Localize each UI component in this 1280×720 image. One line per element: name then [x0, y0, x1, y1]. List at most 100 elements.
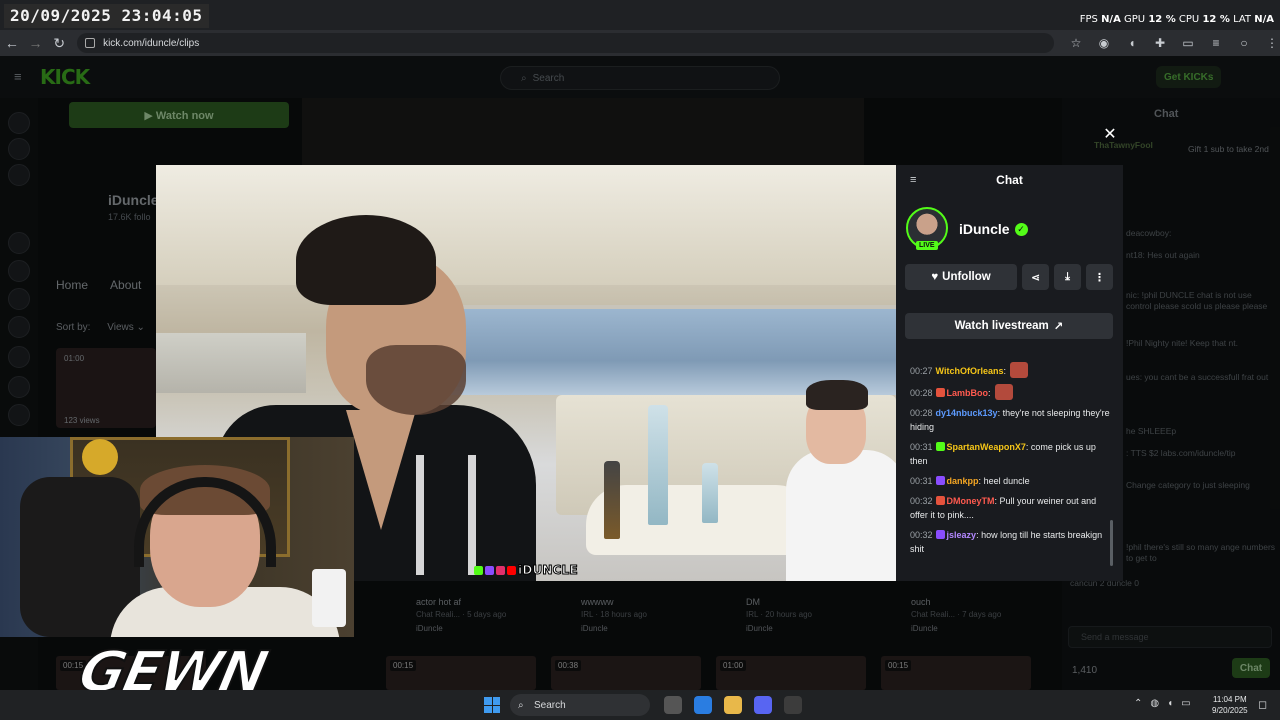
fps-value: N/A [1101, 14, 1121, 25]
user-badge-icon [935, 442, 945, 451]
site-info-icon[interactable] [85, 38, 96, 48]
youtube-icon [507, 565, 516, 575]
search-icon: ⌕ [518, 699, 524, 711]
chat-username[interactable]: dankpp [947, 476, 979, 486]
app-icon[interactable] [784, 696, 802, 714]
url-text: kick.com/iduncle/clips [103, 37, 200, 49]
chat-message: 00:32 DMoneyTM: Pull your weiner out and … [910, 494, 1110, 522]
notification-icon[interactable]: ◻ [1258, 698, 1267, 711]
fps-label: FPS [1079, 14, 1098, 25]
volume-icon[interactable]: ◖ [1167, 698, 1173, 709]
perf-stats: FPS N/A GPU 12 % CPU 12 % LAT N/A [1080, 14, 1274, 25]
chat-username[interactable]: dy14nbuck13y [936, 408, 998, 418]
live-badge: LIVE [916, 241, 938, 250]
back-icon[interactable]: ← [0, 31, 24, 55]
chat-username[interactable]: SpartanWeaponX7 [947, 442, 1026, 452]
chat-title: Chat [996, 173, 1023, 187]
chat-message: 00:27 WitchOfOrleans: [910, 362, 1110, 378]
taskbar-search[interactable]: ⌕ Search [510, 694, 650, 716]
channel-actions: ♥ Unfollow ⋖ ⤓ ⋮ [905, 264, 1113, 290]
message-timestamp: 00:28 [910, 388, 933, 398]
windows-taskbar: ⌕ Search ⌃ ◍ ◖ ▭ 11:04 PM 9/20/2025 ◻ [0, 690, 1280, 720]
chat-scrollbar[interactable] [1110, 520, 1113, 566]
video-scene [776, 380, 896, 581]
video-scene [604, 461, 620, 539]
reload-icon[interactable]: ↻ [47, 31, 71, 55]
taskbar-time: 11:04 PM [1212, 695, 1247, 704]
chat-username[interactable]: LambBoo [947, 388, 989, 398]
user-badge-icon [935, 388, 945, 397]
watch-livestream-button[interactable]: Watch livestream ↗ [905, 313, 1113, 339]
chat-username[interactable]: DMoneyTM [947, 496, 995, 506]
chevron-up-icon[interactable]: ⌃ [1134, 698, 1142, 709]
close-icon[interactable]: ✕ [1102, 126, 1118, 143]
puzzle-icon[interactable]: ✚ [1152, 35, 1168, 51]
audio-icon[interactable]: ◖ [1124, 35, 1140, 51]
collapse-chat-icon[interactable]: ≡ [910, 174, 916, 186]
chat-message: 00:31 dankpp: heel duncle [910, 474, 1110, 488]
chat-username[interactable]: jsleazy [947, 530, 977, 540]
share-button[interactable]: ⋖ [1022, 264, 1049, 290]
screen: ← → ↻ kick.com/iduncle/clips ☆ ◉ ◖ ✚ ▭ ≡… [0, 0, 1280, 720]
unfollow-label: Unfollow [942, 271, 991, 283]
unfollow-button[interactable]: ♥ Unfollow [905, 264, 1017, 290]
taskbar-apps [664, 696, 802, 714]
message-timestamp: 00:31 [910, 442, 933, 452]
gpu-value: 12 % [1148, 14, 1176, 25]
overlay-clock: 20/09/2025 23:04:05 [4, 4, 209, 28]
browser-toolbar: ← → ↻ kick.com/iduncle/clips ☆ ◉ ◖ ✚ ▭ ≡… [0, 30, 1280, 56]
chrome-icon[interactable] [694, 696, 712, 714]
video-watermark: iDUNCLE [474, 563, 578, 578]
more-options-button[interactable]: ⋮ [1086, 264, 1113, 290]
system-tray: ⌃ ◍ ◖ ▭ [1134, 698, 1191, 709]
chat-message: 00:32 jsleazy: how long till he starts br… [910, 528, 1110, 556]
cpu-value: 12 % [1202, 14, 1230, 25]
clip-chat-panel: ≡ Chat LIVE iDuncle ✓ ♥ Unfollow ⋖ ⤓ ⋮ W… [896, 165, 1123, 581]
gpu-label: GPU [1124, 14, 1146, 25]
task-view-icon[interactable] [664, 696, 682, 714]
message-timestamp: 00:32 [910, 496, 933, 506]
video-scene [702, 463, 718, 523]
network-icon[interactable]: ▭ [1181, 698, 1190, 709]
file-explorer-icon[interactable] [724, 696, 742, 714]
user-badge-icon [935, 476, 945, 485]
more-icon[interactable]: ⋮ [1264, 35, 1280, 51]
message-timestamp: 00:27 [910, 366, 933, 376]
verified-icon: ✓ [1014, 222, 1028, 236]
download-button[interactable]: ⤓ [1054, 264, 1081, 290]
browser-tool-icons: ☆ ◉ ◖ ✚ ▭ ≡ ○ ⋮ [1068, 35, 1280, 51]
chat-header: ≡ Chat [896, 165, 1123, 195]
download-icon: ⤓ [1065, 270, 1070, 283]
heart-icon: ♥ [931, 271, 939, 283]
profile-icon[interactable]: ○ [1236, 35, 1252, 51]
chat-username[interactable]: WitchOfOrleans [936, 366, 1004, 376]
message-timestamp: 00:31 [910, 476, 933, 486]
extension-icon[interactable]: ◉ [1096, 35, 1112, 51]
video-scene [648, 405, 668, 525]
discord-icon[interactable] [754, 696, 772, 714]
forward-icon[interactable]: → [24, 31, 48, 55]
kick-icon [474, 565, 483, 575]
message-text: heel duncle [983, 476, 1030, 486]
user-badge-icon [935, 530, 945, 539]
user-badge-icon [935, 496, 945, 505]
lat-value: N/A [1254, 14, 1274, 25]
channel-name-text: iDuncle [959, 221, 1010, 237]
taskbar-date: 9/20/2025 [1212, 706, 1248, 715]
emote-icon [995, 384, 1014, 400]
chat-replay-messages[interactable]: 00:27 WitchOfOrleans: 00:28 LambBoo: 00:28… [910, 362, 1110, 567]
taskbar-search-label: Search [534, 699, 566, 711]
address-bar[interactable]: kick.com/iduncle/clips [77, 33, 1055, 53]
tab-search-icon[interactable]: ▭ [1180, 35, 1196, 51]
more-vertical-icon: ⋮ [1094, 271, 1105, 284]
cpu-label: CPU [1178, 14, 1200, 25]
message-timestamp: 00:32 [910, 530, 933, 540]
windows-start-icon[interactable] [484, 697, 500, 713]
microphone-icon[interactable]: ◍ [1150, 698, 1159, 709]
external-link-icon: ↗ [1053, 321, 1064, 333]
media-icon[interactable]: ≡ [1208, 35, 1224, 51]
chat-message: 00:28 LambBoo: [910, 384, 1110, 400]
channel-name[interactable]: iDuncle ✓ [959, 221, 1028, 237]
bookmark-star-icon[interactable]: ☆ [1068, 35, 1084, 51]
taskbar-clock[interactable]: 11:04 PM 9/20/2025 [1212, 694, 1248, 716]
